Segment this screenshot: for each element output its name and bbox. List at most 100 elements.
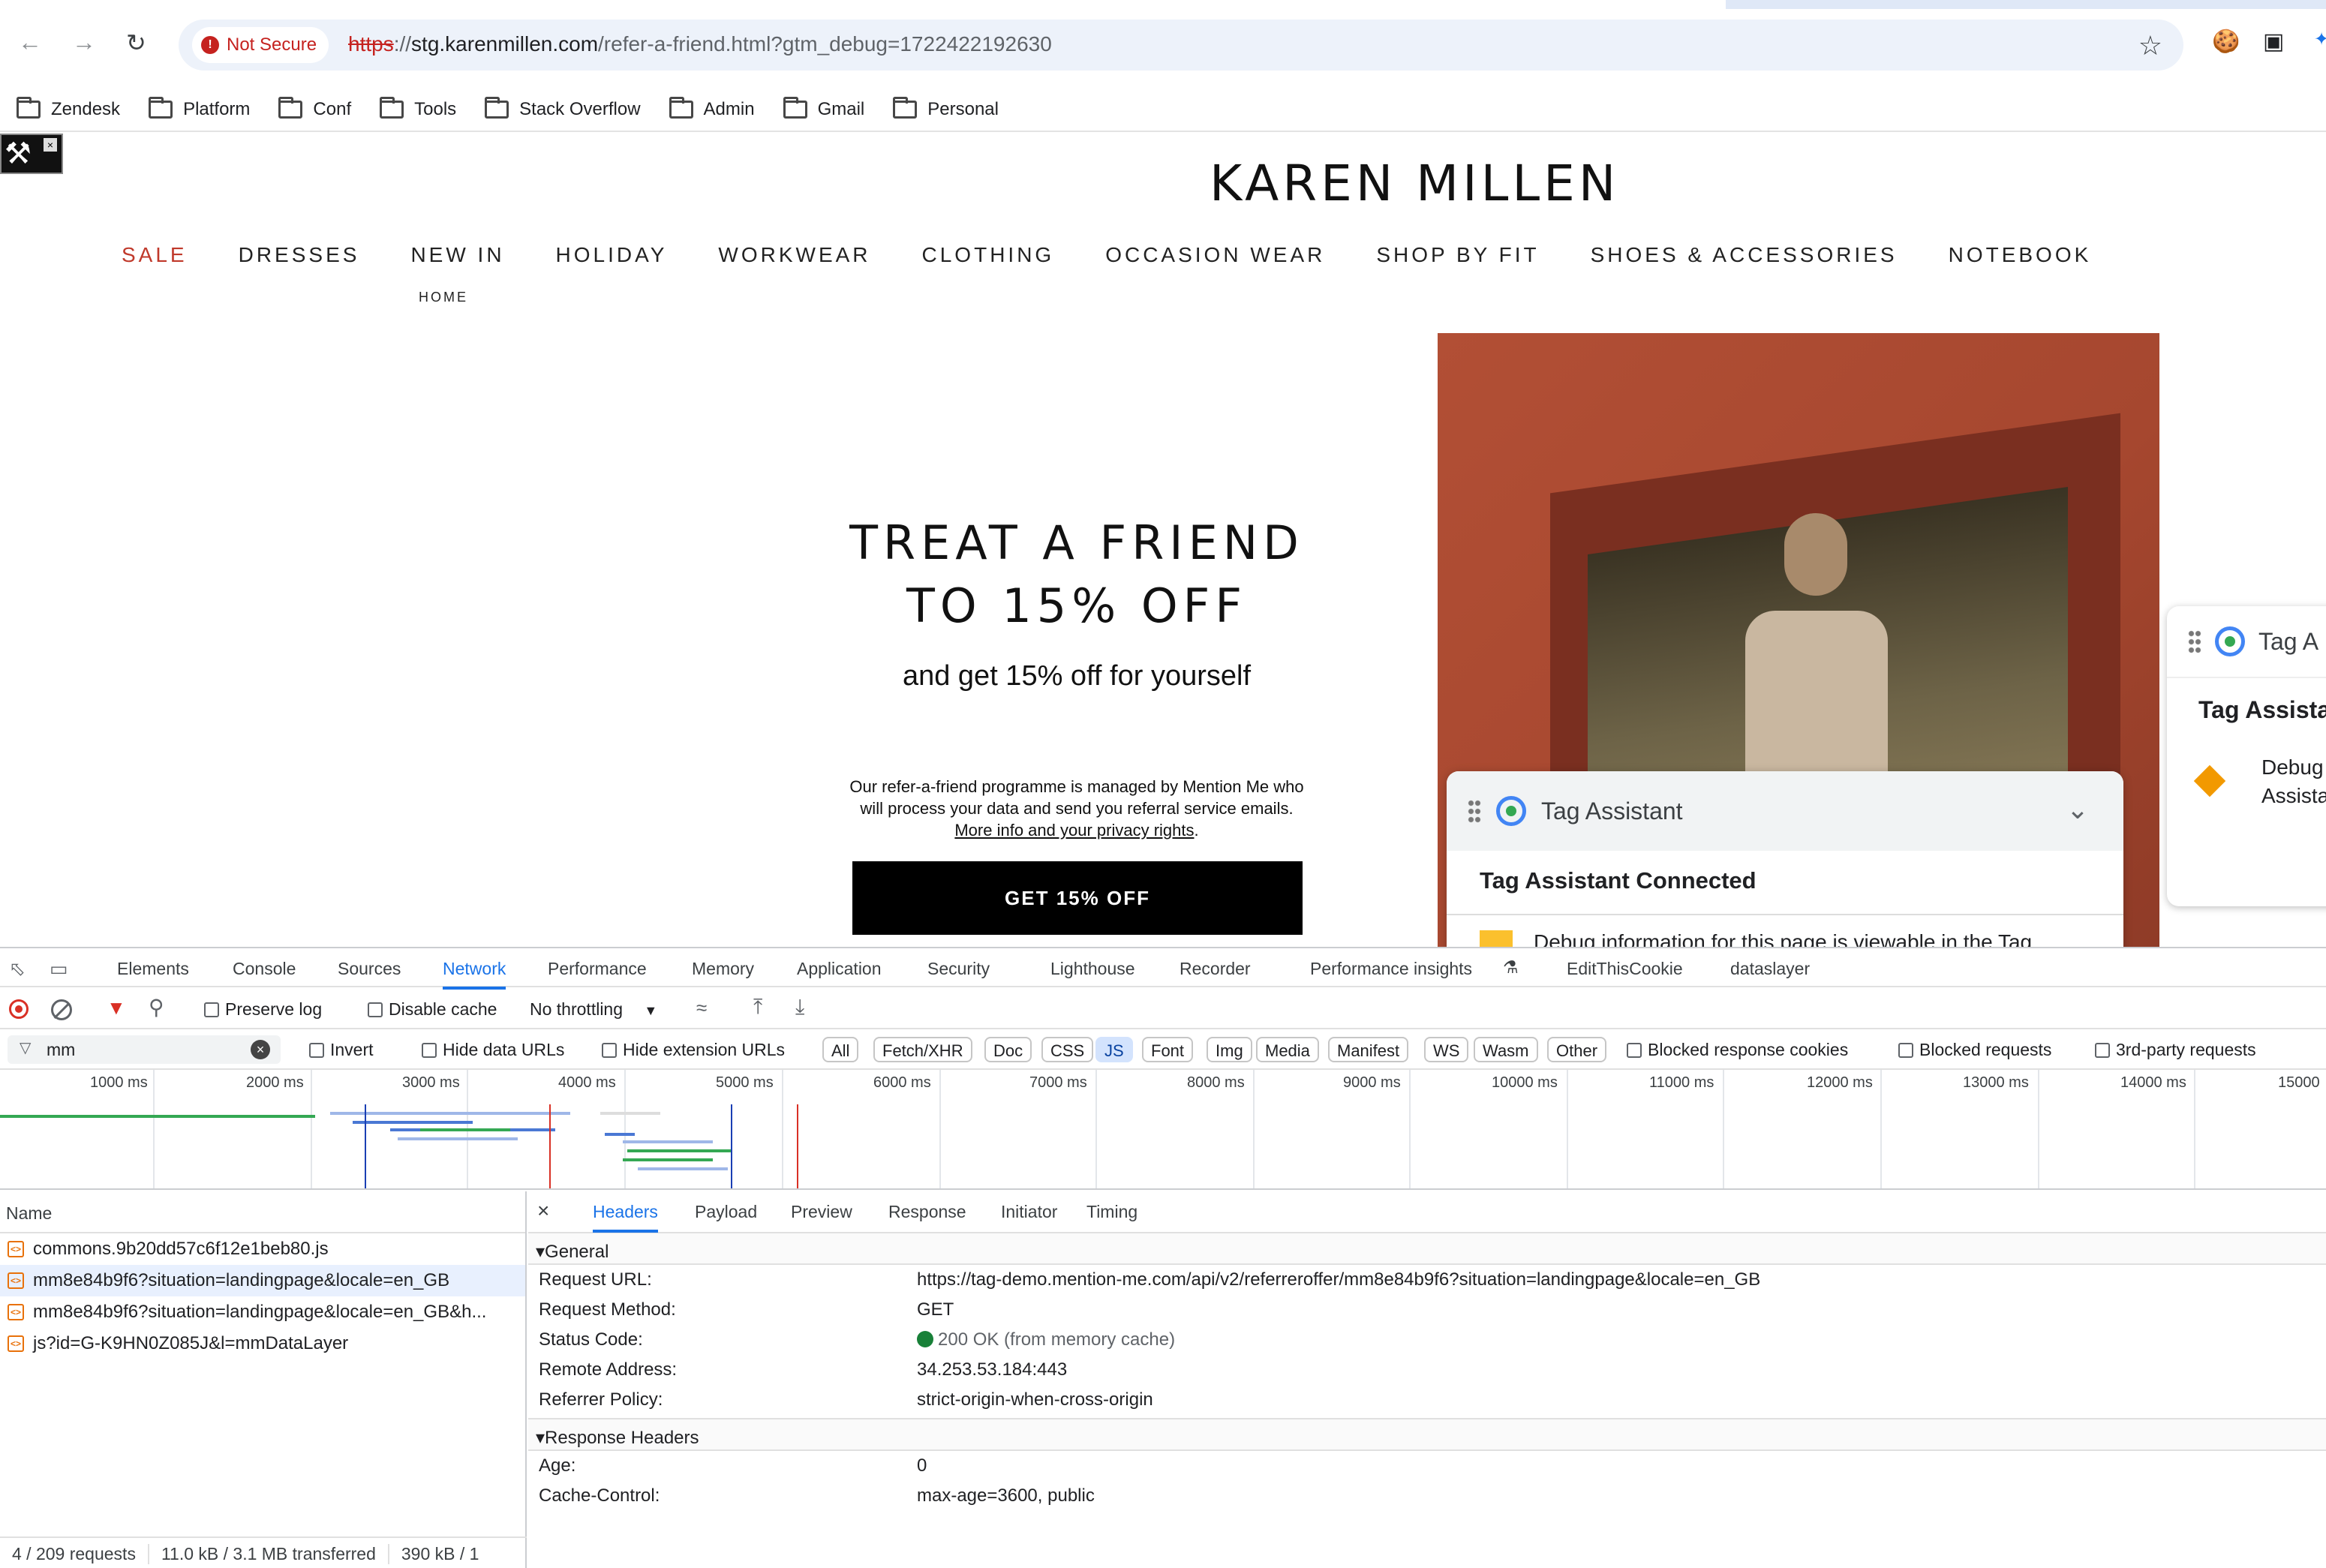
disable-cache-checkbox[interactable]: Disable cache — [368, 999, 497, 1020]
nav-notebook[interactable]: NOTEBOOK — [1949, 243, 2092, 267]
bookmark-zendesk[interactable]: Zendesk — [17, 97, 120, 120]
not-secure-chip[interactable]: ! Not Secure — [192, 27, 329, 63]
clear-icon[interactable] — [51, 999, 72, 1020]
tab-elements[interactable]: Elements — [117, 959, 189, 979]
tag-assistant-back-header[interactable]: Tag A — [2167, 606, 2326, 678]
export-har-icon[interactable]: ⤓ — [795, 995, 804, 1020]
detail-tab-response[interactable]: Response — [888, 1202, 966, 1222]
type-filter-font[interactable]: Font — [1142, 1037, 1194, 1062]
filter-input[interactable]: ▽ mm × — [8, 1035, 281, 1064]
extension-partial-icon[interactable]: ✦ — [2314, 29, 2326, 50]
detail-tab-timing[interactable]: Timing — [1086, 1202, 1137, 1222]
detail-tab-headers[interactable]: Headers — [593, 1202, 658, 1233]
tab-application[interactable]: Application — [797, 959, 882, 979]
get-discount-button[interactable]: GET 15% OFF — [852, 861, 1303, 935]
preserve-log-checkbox[interactable]: Preserve log — [204, 999, 322, 1020]
bookmark-star-icon[interactable]: ☆ — [2138, 30, 2162, 62]
nav-dresses[interactable]: DRESSES — [239, 243, 360, 267]
tab-network[interactable]: Network — [443, 959, 506, 990]
bookmark-personal[interactable]: Personal — [893, 97, 999, 120]
third-party-checkbox[interactable]: 3rd-party requests — [2095, 1040, 2256, 1060]
request-row[interactable]: <> js?id=G-K9HN0Z085J&l=mmDataLayer — [0, 1328, 525, 1359]
omnibox[interactable]: ! Not Secure https://stg.karenmillen.com… — [179, 20, 2183, 71]
tab-memory[interactable]: Memory — [692, 959, 754, 979]
close-icon[interactable]: × — [44, 138, 57, 152]
close-detail-icon[interactable]: × — [537, 1199, 549, 1223]
tab-dataslayer[interactable]: dataslayer — [1730, 959, 1810, 979]
tab-security[interactable]: Security — [927, 959, 990, 979]
network-overview-timeline[interactable]: 1000 ms 2000 ms 3000 ms 4000 ms 5000 ms … — [0, 1070, 2326, 1190]
tab-console[interactable]: Console — [233, 959, 296, 979]
filter-icon[interactable]: ▼ — [107, 996, 126, 1020]
blocked-requests-checkbox[interactable]: Blocked requests — [1898, 1040, 2051, 1060]
inspect-element-icon[interactable]: ⬁ — [9, 957, 26, 981]
cookie-extension-icon[interactable]: 🍪 — [2212, 29, 2240, 55]
bookmark-tools[interactable]: Tools — [380, 97, 456, 120]
type-filter-wasm[interactable]: Wasm — [1474, 1037, 1538, 1062]
privacy-link[interactable]: More info and your privacy rights — [954, 821, 1194, 840]
request-row[interactable]: <> mm8e84b9f6?situation=landingpage&local… — [0, 1296, 525, 1328]
tab-lighthouse[interactable]: Lighthouse — [1050, 959, 1135, 979]
reload-icon[interactable]: ↻ — [126, 29, 146, 57]
response-headers-section-header[interactable]: ▾Response Headers — [528, 1419, 2326, 1451]
tab-editthiscookie[interactable]: EditThisCookie — [1567, 959, 1683, 979]
bookmark-stack-overflow[interactable]: Stack Overflow — [485, 97, 641, 120]
breadcrumb[interactable]: HOME — [419, 290, 468, 305]
type-filter-manifest[interactable]: Manifest — [1328, 1037, 1409, 1062]
type-filter-img[interactable]: Img — [1207, 1037, 1252, 1062]
network-conditions-icon[interactable]: ≈ — [696, 996, 707, 1020]
nav-holiday[interactable]: HOLIDAY — [556, 243, 668, 267]
blocked-cookies-checkbox[interactable]: Blocked response cookies — [1627, 1040, 1848, 1060]
nav-new-in[interactable]: NEW IN — [410, 243, 504, 267]
tab-sources[interactable]: Sources — [338, 959, 401, 979]
bookmark-gmail[interactable]: Gmail — [783, 97, 864, 120]
type-filter-other[interactable]: Other — [1547, 1037, 1607, 1062]
invert-checkbox[interactable]: Invert — [309, 1040, 374, 1060]
request-row[interactable]: <> commons.9b20dd57c6f12e1beb80.js — [0, 1233, 525, 1265]
type-filter-css[interactable]: CSS — [1041, 1037, 1094, 1062]
forward-icon[interactable]: → — [72, 29, 96, 56]
clear-filter-icon[interactable]: × — [251, 1040, 270, 1059]
tab-performance-insights[interactable]: Performance insights — [1310, 959, 1472, 979]
device-toolbar-icon[interactable]: ▭ — [50, 957, 68, 981]
type-filter-all[interactable]: All — [822, 1037, 859, 1062]
back-icon[interactable]: ← — [18, 29, 42, 56]
bookmark-admin[interactable]: Admin — [669, 97, 755, 120]
nav-occasion-wear[interactable]: OCCASION WEAR — [1105, 243, 1325, 267]
tag-assistant-panel-back[interactable]: Tag A Tag Assista Debug Assista — [2167, 606, 2326, 906]
nav-workwear[interactable]: WORKWEAR — [718, 243, 870, 267]
nav-clothing[interactable]: CLOTHING — [922, 243, 1055, 267]
nav-shop-by-fit[interactable]: SHOP BY FIT — [1376, 243, 1539, 267]
type-filter-doc[interactable]: Doc — [984, 1037, 1032, 1062]
tag-assistant-panel[interactable]: Tag Assistant ⌄ Tag Assistant Connected … — [1447, 771, 2123, 947]
throttling-select[interactable]: No throttling ▼ — [530, 999, 657, 1020]
detail-tab-payload[interactable]: Payload — [695, 1202, 757, 1222]
debug-tools-widget[interactable]: ⚒ × — [0, 134, 63, 174]
type-filter-ws[interactable]: WS — [1424, 1037, 1469, 1062]
tab-recorder[interactable]: Recorder — [1180, 959, 1251, 979]
import-har-icon[interactable]: ⤒ — [753, 995, 762, 1020]
search-icon[interactable]: ⚲ — [149, 995, 164, 1020]
record-icon[interactable] — [9, 999, 29, 1019]
tab-performance[interactable]: Performance — [548, 959, 647, 979]
nav-shoes-accessories[interactable]: SHOES & ACCESSORIES — [1591, 243, 1898, 267]
hide-data-urls-checkbox[interactable]: Hide data URLs — [422, 1040, 564, 1060]
detail-tab-initiator[interactable]: Initiator — [1001, 1202, 1057, 1222]
drag-handle-icon[interactable] — [1468, 799, 1481, 823]
name-column-header[interactable]: Name — [0, 1191, 525, 1233]
nav-sale[interactable]: SALE — [122, 243, 188, 267]
site-logo[interactable]: KAREN MILLEN — [1210, 155, 1619, 212]
type-filter-js[interactable]: JS — [1095, 1037, 1133, 1062]
request-row-selected[interactable]: <> mm8e84b9f6?situation=landingpage&local… — [0, 1265, 525, 1296]
bookmark-platform[interactable]: Platform — [149, 97, 250, 120]
general-section-header[interactable]: ▾General — [528, 1233, 2326, 1265]
url-text[interactable]: https://stg.karenmillen.com/refer-a-frie… — [348, 32, 1052, 56]
collapse-icon[interactable]: ⌄ — [2066, 794, 2089, 825]
detail-tab-preview[interactable]: Preview — [791, 1202, 852, 1222]
type-filter-fetch-xhr[interactable]: Fetch/XHR — [873, 1037, 972, 1062]
bookmark-conf[interactable]: Conf — [278, 97, 351, 120]
tag-assistant-header[interactable]: Tag Assistant ⌄ — [1447, 771, 2123, 851]
extension-icon[interactable]: ▣ — [2263, 29, 2284, 55]
active-tab[interactable] — [0, 0, 1726, 9]
hide-extension-urls-checkbox[interactable]: Hide extension URLs — [602, 1040, 785, 1060]
